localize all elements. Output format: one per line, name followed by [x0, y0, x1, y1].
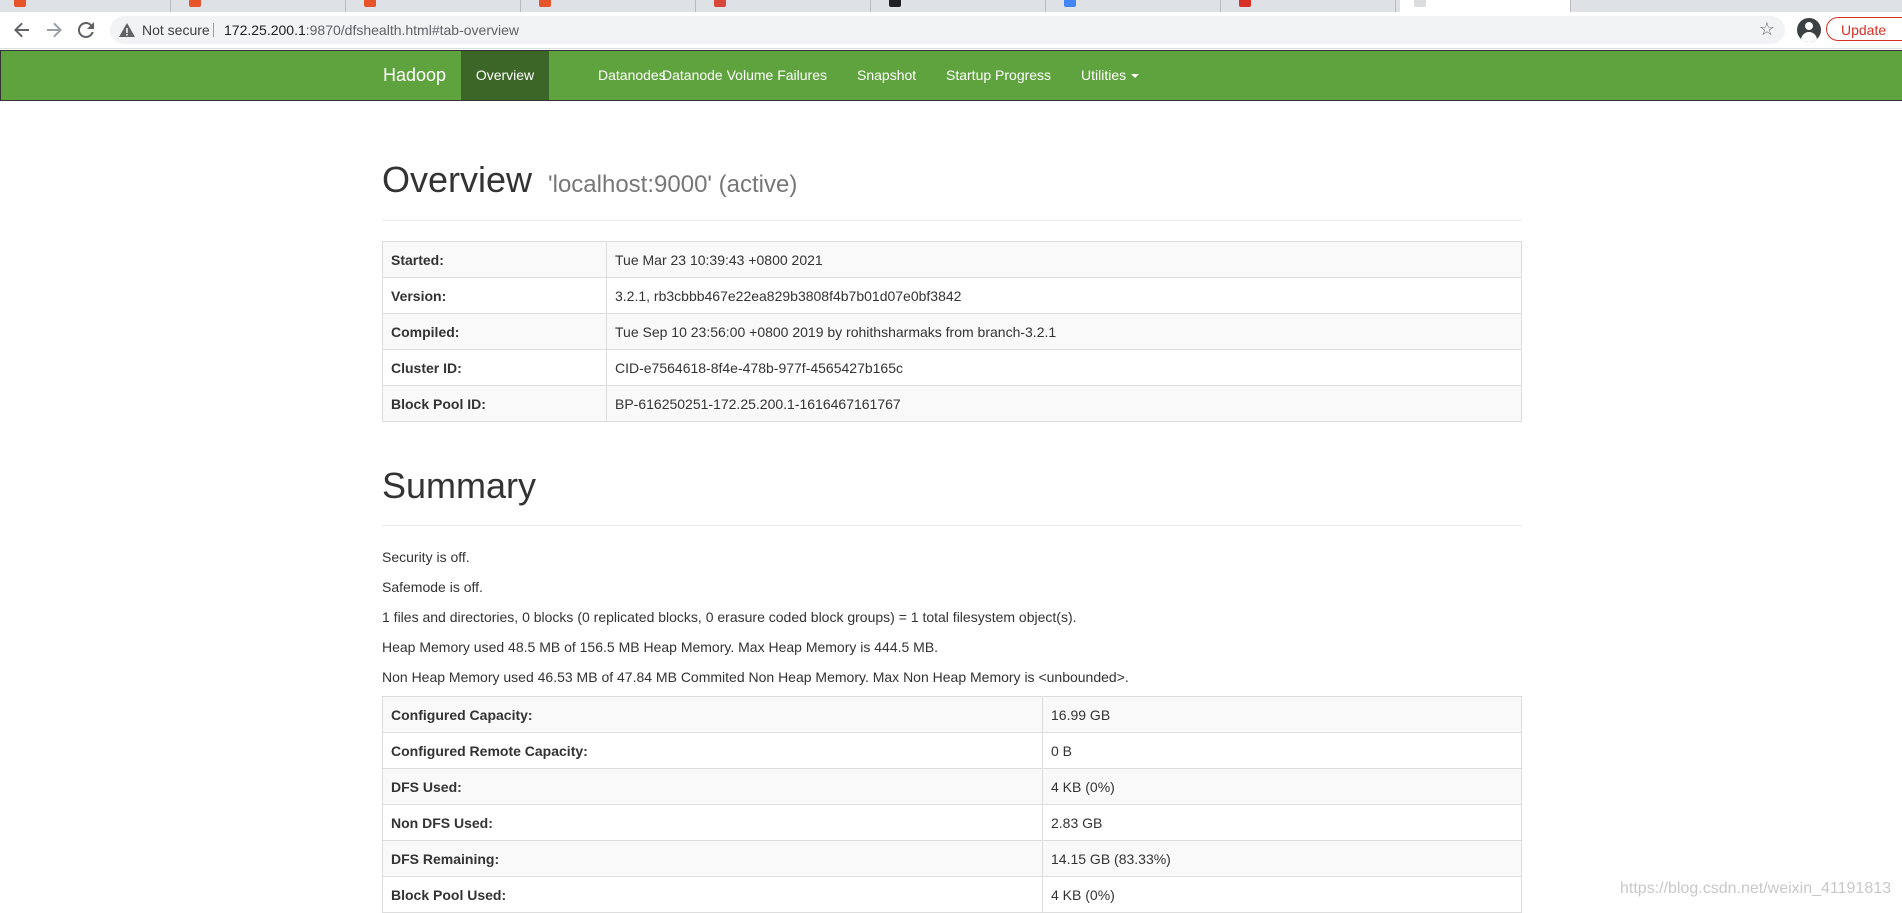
- table-key: DFS Remaining:: [382, 840, 1043, 877]
- browser-tab[interactable]: [1050, 0, 1221, 12]
- overview-heading: Overview 'localhost:9000' (active): [382, 159, 797, 201]
- summary-line: Security is off.: [382, 549, 470, 565]
- overview-subtitle: 'localhost:9000' (active): [548, 171, 798, 198]
- table-row: Cluster ID: CID-e7564618-8f4e-478b-977f-4…: [382, 349, 1522, 386]
- nav-item-datanodes[interactable]: Datanodes: [598, 51, 666, 100]
- table-row: DFS Used: 4 KB (0%): [382, 768, 1522, 805]
- update-label: Update: [1841, 22, 1887, 38]
- tab-favicon-icon: [1239, 0, 1251, 7]
- tab-favicon-icon: [364, 0, 376, 7]
- table-key: Configured Capacity:: [382, 696, 1043, 733]
- table-row: Compiled: Tue Sep 10 23:56:00 +0800 2019 …: [382, 313, 1522, 350]
- tab-favicon-icon: [14, 0, 26, 7]
- table-key: Block Pool ID:: [382, 385, 607, 422]
- table-row: DFS Remaining: 14.15 GB (83.33%): [382, 840, 1522, 877]
- summary-line: 1 files and directories, 0 blocks (0 rep…: [382, 609, 1077, 625]
- tab-favicon-icon: [1064, 0, 1076, 7]
- table-value: BP-616250251-172.25.200.1-1616467161767: [606, 385, 1522, 422]
- warning-icon[interactable]: [118, 21, 136, 39]
- browser-tab[interactable]: [1745, 0, 1902, 12]
- utilities-label: Utilities: [1081, 67, 1127, 83]
- table-value: 0 B: [1042, 732, 1522, 769]
- nav-item-startup-progress[interactable]: Startup Progress: [946, 51, 1051, 100]
- browser-tab[interactable]: [0, 0, 171, 12]
- table-row: Block Pool ID: BP-616250251-172.25.200.1-…: [382, 385, 1522, 422]
- browser-tab-strip: [0, 0, 1902, 12]
- summary-divider: [382, 525, 1522, 526]
- address-bar[interactable]: Not secure 172.25.200.1:9870/dfshealth.h…: [110, 16, 1785, 44]
- browser-toolbar: Not secure 172.25.200.1:9870/dfshealth.h…: [0, 12, 1902, 49]
- address-separator: [213, 23, 214, 37]
- bookmark-star-icon[interactable]: ☆: [1759, 19, 1775, 40]
- browser-tab[interactable]: [525, 0, 696, 12]
- table-value: 14.15 GB (83.33%): [1042, 840, 1522, 877]
- url-path: :9870/dfshealth.html#tab-overview: [305, 22, 519, 38]
- tab-favicon-icon: [539, 0, 551, 7]
- overview-divider: [382, 220, 1522, 221]
- tab-favicon-icon: [714, 0, 726, 7]
- table-value: 3.2.1, rb3cbbb467e22ea829b3808f4b7b01d07…: [606, 277, 1522, 314]
- overview-table: Started: Tue Mar 23 10:39:43 +0800 2021 V…: [382, 241, 1522, 422]
- reload-icon[interactable]: [72, 16, 100, 44]
- table-row: Non DFS Used: 2.83 GB: [382, 804, 1522, 841]
- table-value: Tue Mar 23 10:39:43 +0800 2021: [606, 241, 1522, 278]
- table-key: Compiled:: [382, 313, 607, 350]
- update-button[interactable]: Update: [1826, 17, 1902, 41]
- table-row: Configured Capacity: 16.99 GB: [382, 696, 1522, 733]
- tab-favicon-icon: [1414, 0, 1426, 7]
- table-key: Block Pool Used:: [382, 876, 1043, 913]
- not-secure-label[interactable]: Not secure: [142, 22, 210, 38]
- nav-item-datanode-volume-failures[interactable]: Datanode Volume Failures: [662, 51, 827, 100]
- summary-line: Non Heap Memory used 46.53 MB of 47.84 M…: [382, 669, 1129, 685]
- table-value: 16.99 GB: [1042, 696, 1522, 733]
- browser-tab[interactable]: [1225, 0, 1396, 12]
- browser-tab-active[interactable]: [1400, 0, 1571, 12]
- browser-tab[interactable]: [700, 0, 871, 12]
- table-value: CID-e7564618-8f4e-478b-977f-4565427b165c: [606, 349, 1522, 386]
- table-key: Version:: [382, 277, 607, 314]
- navbar-brand[interactable]: Hadoop: [383, 51, 446, 100]
- nav-item-overview[interactable]: Overview: [461, 51, 549, 100]
- caret-down-icon: [1131, 74, 1140, 79]
- summary-line: Heap Memory used 48.5 MB of 156.5 MB Hea…: [382, 639, 939, 655]
- url-text[interactable]: 172.25.200.1:9870/dfshealth.html#tab-ove…: [224, 22, 519, 38]
- overview-title: Overview: [382, 159, 533, 200]
- url-host: 172.25.200.1: [224, 22, 306, 38]
- nav-item-snapshot[interactable]: Snapshot: [857, 51, 916, 100]
- table-row: Started: Tue Mar 23 10:39:43 +0800 2021: [382, 241, 1522, 278]
- table-key: Configured Remote Capacity:: [382, 732, 1043, 769]
- tab-favicon-icon: [189, 0, 201, 7]
- summary-line: Safemode is off.: [382, 579, 483, 595]
- profile-avatar-icon[interactable]: [1797, 18, 1821, 42]
- hadoop-navbar: Hadoop Overview Datanodes Datanode Volum…: [0, 50, 1902, 101]
- browser-tab[interactable]: [175, 0, 346, 12]
- table-key: Cluster ID:: [382, 349, 607, 386]
- browser-tab[interactable]: [875, 0, 1046, 12]
- table-value: 4 KB (0%): [1042, 876, 1522, 913]
- table-key: Non DFS Used:: [382, 804, 1043, 841]
- back-arrow-icon[interactable]: [8, 16, 36, 44]
- forward-arrow-icon[interactable]: [40, 16, 68, 44]
- tab-favicon-icon: [889, 0, 901, 7]
- summary-heading: Summary: [382, 465, 537, 506]
- table-value: 4 KB (0%): [1042, 768, 1522, 805]
- watermark: https://blog.csdn.net/weixin_41191813: [1620, 880, 1892, 897]
- table-value: Tue Sep 10 23:56:00 +0800 2019 by rohith…: [606, 313, 1522, 350]
- table-row: Block Pool Used: 4 KB (0%): [382, 876, 1522, 913]
- nav-item-utilities[interactable]: Utilities: [1081, 51, 1140, 100]
- summary-table: Configured Capacity: 16.99 GB Configured …: [382, 696, 1522, 913]
- table-key: Started:: [382, 241, 607, 278]
- table-row: Version: 3.2.1, rb3cbbb467e22ea829b3808f4…: [382, 277, 1522, 314]
- table-value: 2.83 GB: [1042, 804, 1522, 841]
- browser-tab[interactable]: [350, 0, 521, 12]
- table-key: DFS Used:: [382, 768, 1043, 805]
- table-row: Configured Remote Capacity: 0 B: [382, 732, 1522, 769]
